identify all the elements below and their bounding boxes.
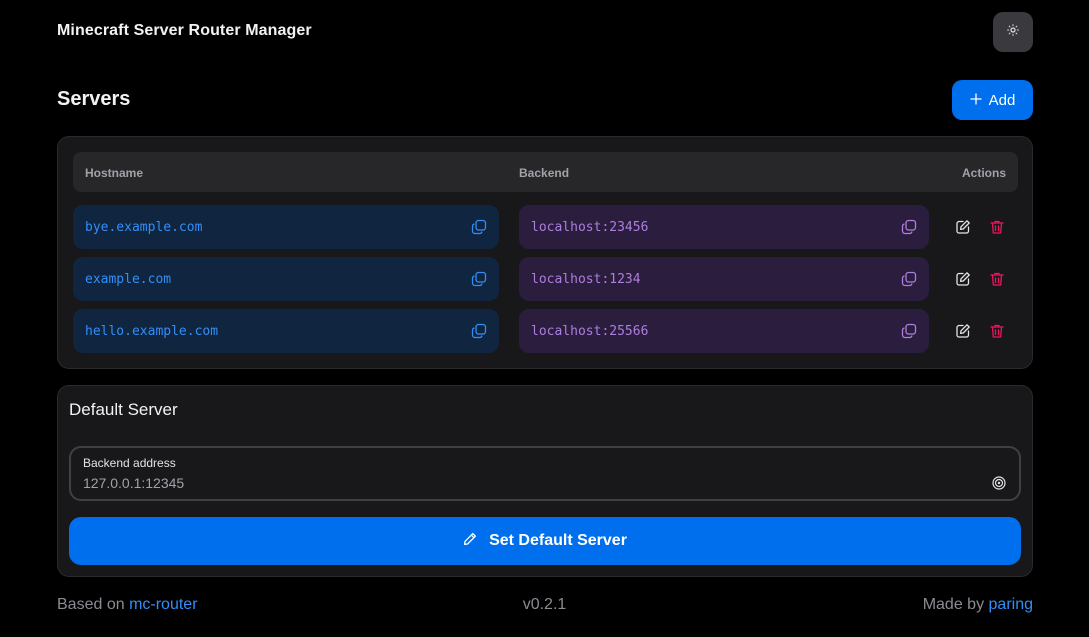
copy-icon[interactable] xyxy=(471,219,487,235)
trash-icon[interactable] xyxy=(988,322,1006,340)
backend-cell: localhost:1234 xyxy=(519,257,929,301)
copy-icon[interactable] xyxy=(901,271,917,287)
hostname-cell: hello.example.com xyxy=(73,309,499,353)
column-actions: Actions xyxy=(961,166,1006,180)
table-header: Hostname Backend Actions xyxy=(73,152,1018,192)
page: Minecraft Server Router Manager Servers … xyxy=(0,0,1089,637)
backend-address-field[interactable]: Backend address 127.0.0.1:12345 xyxy=(69,446,1021,501)
copy-icon[interactable] xyxy=(471,271,487,287)
servers-table-card: Hostname Backend Actions bye.example.com… xyxy=(57,136,1033,369)
copy-icon[interactable] xyxy=(471,323,487,339)
default-server-title: Default Server xyxy=(69,400,178,419)
plus-icon xyxy=(969,92,982,109)
set-default-server-button[interactable]: Set Default Server xyxy=(69,517,1021,565)
backend-cell: localhost:25566 xyxy=(519,309,929,353)
theme-toggle-button[interactable] xyxy=(993,12,1033,52)
backend-text: localhost:1234 xyxy=(531,271,641,287)
footer-made-by: Made by paring xyxy=(923,596,1033,614)
edit-icon[interactable] xyxy=(954,322,972,340)
backend-text: localhost:23456 xyxy=(531,219,649,235)
target-icon xyxy=(991,475,1007,491)
hostname-text: bye.example.com xyxy=(85,219,203,235)
servers-title: Servers xyxy=(57,88,131,110)
author-link[interactable]: paring xyxy=(989,596,1033,613)
table-row: example.com localhost:1234 xyxy=(73,257,1018,301)
hostname-cell: bye.example.com xyxy=(73,205,499,249)
backend-text: localhost:25566 xyxy=(531,323,649,339)
version-text: v0.2.1 xyxy=(522,596,567,613)
table-row: bye.example.com localhost:23456 xyxy=(73,205,1018,249)
edit-icon[interactable] xyxy=(954,270,972,288)
add-server-button[interactable]: Add xyxy=(952,80,1033,120)
backend-address-input[interactable]: 127.0.0.1:12345 xyxy=(83,475,184,491)
default-server-card: Default Server Backend address 127.0.0.1… xyxy=(57,385,1033,577)
hostname-cell: example.com xyxy=(73,257,499,301)
table-row: hello.example.com localhost:25566 xyxy=(73,309,1018,353)
column-backend: Backend xyxy=(519,166,570,180)
set-default-button-label: Set Default Server xyxy=(489,532,627,549)
hostname-text: example.com xyxy=(85,271,172,287)
backend-cell: localhost:23456 xyxy=(519,205,929,249)
hostname-text: hello.example.com xyxy=(85,323,219,339)
app-title: Minecraft Server Router Manager xyxy=(57,22,312,39)
footer-made-by-text: Made by xyxy=(922,596,989,613)
pencil-icon xyxy=(463,532,477,551)
add-button-label: Add xyxy=(988,91,1016,109)
column-hostname: Hostname xyxy=(85,166,144,180)
copy-icon[interactable] xyxy=(901,323,917,339)
edit-icon[interactable] xyxy=(954,218,972,236)
sun-icon xyxy=(1007,23,1019,41)
copy-icon[interactable] xyxy=(901,219,917,235)
trash-icon[interactable] xyxy=(988,270,1006,288)
trash-icon[interactable] xyxy=(988,218,1006,236)
backend-address-label: Backend address xyxy=(83,456,176,470)
